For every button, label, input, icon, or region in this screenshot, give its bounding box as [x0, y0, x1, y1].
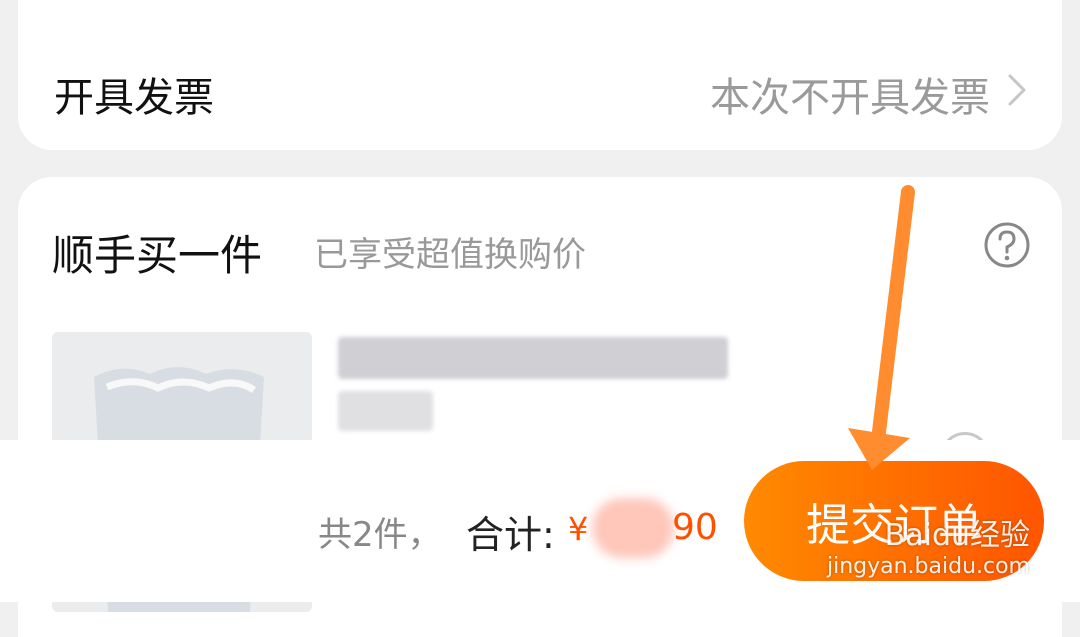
addon-title: 顺手买一件	[52, 231, 263, 280]
help-icon[interactable]	[982, 220, 1032, 270]
product-title-placeholder	[338, 337, 728, 379]
product-title-placeholder-2	[338, 391, 433, 431]
invoice-card[interactable]: 开具发票 本次不开具发票	[18, 0, 1062, 150]
chevron-right-icon[interactable]	[1002, 70, 1032, 110]
invoice-value[interactable]: 本次不开具发票	[710, 65, 990, 123]
invoice-label: 开具发票	[54, 75, 214, 121]
price-suffix: 90	[672, 507, 718, 548]
hidden-price	[592, 498, 674, 558]
addon-subtitle: 已享受超值换购价	[314, 235, 586, 275]
total-label: 合计:	[466, 513, 555, 557]
baidu-jingyan-watermark: Baidu经验 jingyan.baidu.com	[827, 510, 1030, 579]
watermark-url: jingyan.baidu.com	[826, 554, 1030, 579]
watermark-logo: Baidu经验	[884, 518, 1030, 553]
item-count: 共2件，	[318, 515, 442, 555]
currency-symbol: ¥	[568, 510, 589, 548]
